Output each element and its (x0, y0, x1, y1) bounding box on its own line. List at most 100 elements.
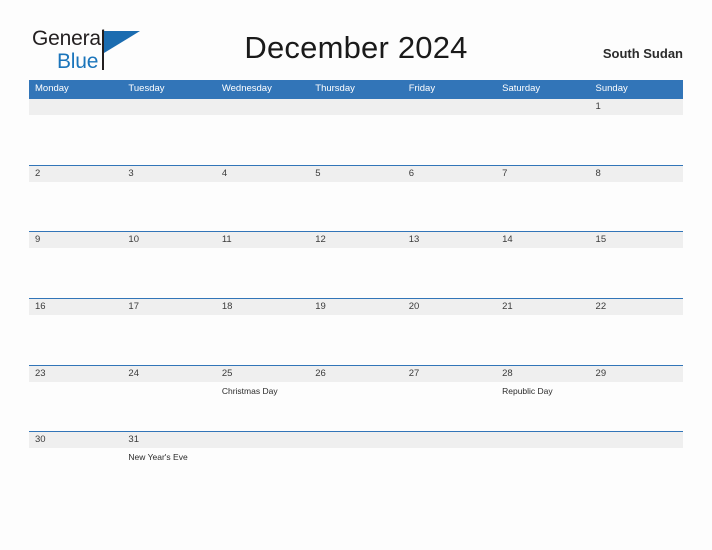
day-number (315, 99, 402, 115)
calendar-week-row: 2 3 4 5 6 7 8 (29, 164, 683, 232)
calendar-day-cell[interactable] (496, 432, 589, 463)
calendar-day-cell[interactable]: 17 (122, 299, 215, 315)
weekday-header-saturday: Saturday (502, 83, 541, 94)
day-number: 2 (35, 167, 41, 179)
calendar-day-cell[interactable]: 28 Republic Day (496, 366, 589, 397)
calendar-day-cell[interactable] (590, 432, 683, 463)
calendar-day-cell[interactable]: 2 (29, 166, 122, 182)
calendar-day-cell[interactable] (309, 432, 402, 463)
calendar-day-cell[interactable]: 14 (496, 232, 589, 248)
calendar-day-cell[interactable]: 22 (590, 299, 683, 315)
calendar-day-cell[interactable]: 11 (216, 232, 309, 248)
day-number (222, 99, 309, 115)
week-days: 1 (29, 99, 683, 115)
calendar-day-cell[interactable] (216, 99, 309, 115)
calendar-day-cell[interactable]: 19 (309, 299, 402, 315)
calendar-day-cell[interactable] (403, 432, 496, 463)
day-number (502, 99, 589, 115)
day-number: 7 (502, 167, 508, 179)
calendar-day-cell[interactable] (403, 99, 496, 115)
week-days: 23 24 25 Christmas Day 26 27 28 Republic… (29, 366, 683, 397)
calendar-week-row: 30 31 New Year's Eve (29, 431, 683, 498)
calendar-day-cell[interactable]: 6 (403, 166, 496, 182)
day-number: 22 (595, 301, 607, 313)
day-number: 17 (128, 301, 139, 313)
weekday-header-monday: Monday (35, 83, 69, 94)
calendar-day-cell[interactable]: 31 New Year's Eve (122, 432, 215, 463)
week-days: 9 10 11 12 13 14 15 (29, 232, 683, 248)
day-number: 10 (128, 234, 139, 246)
weekday-header-row: Monday Tuesday Wednesday Thursday Friday… (29, 80, 683, 98)
calendar-day-cell[interactable]: 1 (590, 99, 683, 115)
calendar-day-cell[interactable]: 3 (122, 166, 215, 182)
day-number: 20 (408, 301, 420, 313)
calendar-day-cell[interactable]: 5 (309, 166, 402, 182)
day-number (35, 99, 122, 115)
calendar-day-cell[interactable]: 25 Christmas Day (216, 366, 309, 397)
holiday-label: Republic Day (502, 385, 553, 396)
weekday-header-sunday: Sunday (595, 83, 628, 94)
weekday-header-wednesday: Wednesday (221, 83, 272, 94)
weekday-header-tuesday: Tuesday (128, 83, 165, 94)
day-number (596, 432, 683, 448)
day-number: 3 (128, 167, 134, 179)
day-number: 26 (315, 367, 326, 379)
day-number: 16 (35, 301, 46, 313)
calendar-day-cell[interactable] (309, 99, 402, 115)
weekday-header-thursday: Thursday (315, 83, 355, 94)
calendar-day-cell[interactable]: 12 (309, 232, 402, 248)
day-number: 11 (221, 234, 232, 246)
day-number (409, 99, 496, 115)
calendar-week-row: 16 17 18 19 20 21 22 (29, 298, 683, 365)
calendar-day-cell[interactable]: 8 (590, 166, 683, 182)
calendar-day-cell[interactable] (216, 432, 309, 463)
day-number: 4 (221, 167, 228, 179)
day-number: 30 (35, 434, 46, 446)
calendar-day-cell[interactable]: 24 (122, 366, 215, 397)
calendar-day-cell[interactable]: 7 (496, 166, 589, 182)
day-number (128, 99, 215, 115)
day-number: 9 (35, 234, 41, 246)
calendar-day-cell[interactable]: 23 (29, 366, 122, 397)
calendar-day-cell[interactable]: 9 (29, 232, 122, 248)
day-number (222, 432, 309, 448)
day-number: 28 (502, 367, 513, 379)
calendar-day-cell[interactable]: 10 (122, 232, 215, 248)
day-number: 1 (595, 101, 601, 112)
day-number: 29 (595, 367, 607, 379)
calendar-day-cell[interactable]: 16 (29, 299, 122, 315)
calendar-week-row: 9 10 11 12 13 14 15 (29, 231, 683, 298)
week-days: 2 3 4 5 6 7 8 (29, 166, 683, 182)
calendar-day-cell[interactable]: 15 (590, 232, 683, 248)
calendar-day-cell[interactable]: 20 (403, 299, 496, 315)
calendar-day-cell[interactable]: 29 (590, 366, 683, 397)
day-number (409, 432, 496, 448)
calendar-week-row: 23 24 25 Christmas Day 26 27 28 Republic… (29, 364, 683, 432)
page-header: General Blue December 2024 South Sudan (0, 0, 712, 80)
day-number: 6 (408, 167, 414, 179)
calendar-week-row: 1 (29, 98, 683, 165)
day-number: 18 (221, 301, 233, 313)
day-number: 23 (35, 367, 46, 379)
day-number: 5 (315, 167, 321, 179)
day-number: 25 (221, 367, 233, 379)
calendar-day-cell[interactable]: 13 (403, 232, 496, 248)
day-number (502, 432, 589, 448)
day-number (315, 432, 402, 448)
day-number: 14 (502, 234, 513, 246)
calendar-day-cell[interactable]: 4 (216, 166, 309, 182)
day-number: 19 (315, 301, 326, 313)
week-days: 30 31 New Year's Eve (29, 432, 683, 463)
calendar-day-cell[interactable]: 30 (29, 432, 122, 463)
calendar-day-cell[interactable]: 26 (309, 366, 402, 397)
day-number: 8 (595, 167, 601, 179)
holiday-label: Christmas Day (221, 385, 278, 396)
calendar-day-cell[interactable] (29, 99, 122, 115)
calendar-day-cell[interactable] (496, 99, 589, 115)
calendar-day-cell[interactable] (122, 99, 215, 115)
calendar-day-cell[interactable]: 21 (496, 299, 589, 315)
calendar-day-cell[interactable]: 27 (403, 366, 496, 397)
calendar-day-cell[interactable]: 18 (216, 299, 309, 315)
day-number: 15 (595, 234, 607, 246)
day-number: 12 (315, 234, 326, 246)
